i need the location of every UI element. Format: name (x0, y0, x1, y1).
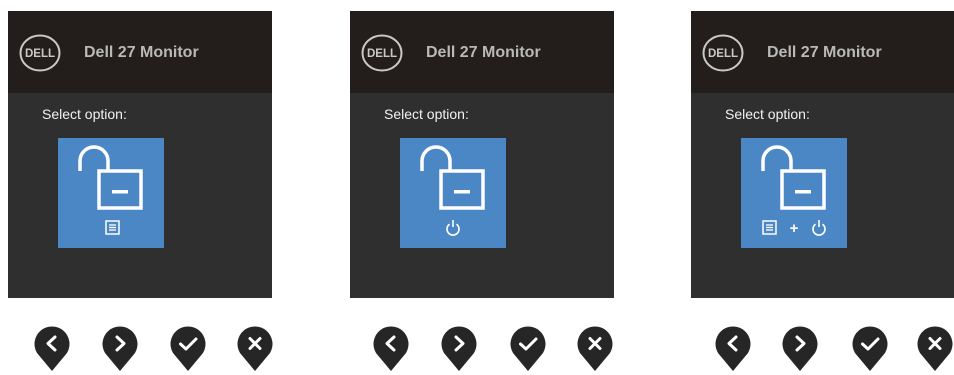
monitor-title: Dell 27 Monitor (84, 44, 199, 61)
right-button[interactable] (440, 324, 478, 372)
chevron-right-icon (441, 326, 477, 371)
option-tile-power-unlock[interactable] (400, 138, 506, 248)
checkmark-icon (852, 326, 888, 371)
right-button[interactable] (101, 324, 139, 372)
left-button[interactable] (714, 324, 752, 372)
monitor-title: Dell 27 Monitor (426, 44, 541, 61)
exit-button[interactable] (576, 324, 614, 372)
svg-text:DELL: DELL (367, 48, 397, 60)
select-option-label: Select option: (384, 106, 469, 122)
power-icon (812, 220, 826, 236)
plus-sign: + (790, 220, 799, 237)
close-icon (577, 326, 613, 371)
osd-header: DELL Dell 27 Monitor (8, 11, 272, 93)
close-icon (917, 326, 953, 371)
power-icon (446, 220, 460, 236)
checkmark-icon (170, 326, 206, 371)
confirm-button[interactable] (169, 324, 207, 372)
svg-text:DELL: DELL (708, 48, 738, 60)
osd-header: DELL Dell 27 Monitor (350, 11, 614, 93)
unlock-menu-plus-power-icon: + (761, 145, 826, 237)
left-button[interactable] (33, 324, 71, 372)
monitor-title: Dell 27 Monitor (767, 44, 882, 61)
dell-logo: DELL (702, 34, 744, 72)
svg-text:DELL: DELL (25, 48, 55, 60)
chevron-left-icon (373, 326, 409, 371)
chevron-left-icon (34, 326, 70, 371)
right-button[interactable] (781, 324, 819, 372)
exit-button[interactable] (236, 324, 274, 372)
option-tile-menu-unlock[interactable] (58, 138, 164, 248)
option-tile-menu-power-unlock[interactable]: + (741, 138, 847, 248)
select-option-label: Select option: (725, 106, 810, 122)
unlock-power-icon (420, 145, 485, 236)
osd-panel-menu-unlock: DELL Dell 27 Monitor Select option: (8, 11, 272, 298)
exit-button[interactable] (916, 324, 954, 372)
osd-panel-power-unlock: DELL Dell 27 Monitor Select option: (350, 11, 614, 298)
checkmark-icon (510, 326, 546, 371)
close-icon (237, 326, 273, 371)
menu-icon (105, 220, 120, 235)
chevron-right-icon (782, 326, 818, 371)
dell-logo: DELL (361, 34, 403, 72)
left-button[interactable] (372, 324, 410, 372)
confirm-button[interactable] (509, 324, 547, 372)
chevron-right-icon (102, 326, 138, 371)
chevron-left-icon (715, 326, 751, 371)
osd-panel-menu-power-unlock: DELL Dell 27 Monitor Select option: + (691, 11, 954, 298)
confirm-button[interactable] (851, 324, 889, 372)
dell-logo: DELL (19, 34, 61, 72)
osd-header: DELL Dell 27 Monitor (691, 11, 954, 93)
menu-icon (762, 220, 777, 235)
unlock-menu-icon (78, 145, 143, 235)
select-option-label: Select option: (42, 106, 127, 122)
